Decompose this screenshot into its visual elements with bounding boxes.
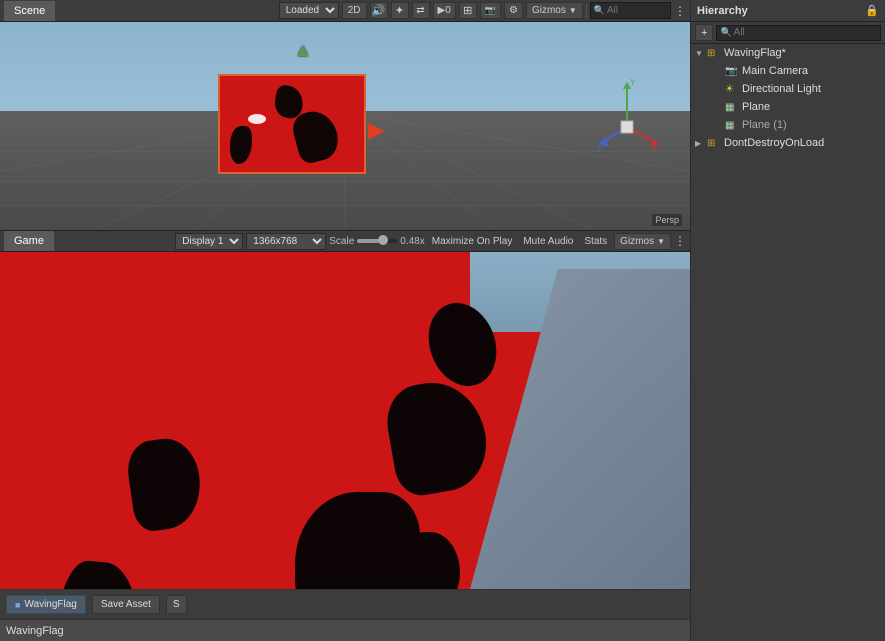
scene-icon-waving: ⊞ [707,48,721,59]
camera-icon: 📷 [485,5,496,16]
revert-btn[interactable]: S [166,595,187,614]
scene-persp-label: Persp [652,214,682,226]
tree-label-directional-light: Directional Light [742,83,821,95]
gizmos-dropdown[interactable]: Gizmos ▼ [526,2,583,19]
hierarchy-search-icon: 🔍 [720,27,731,38]
scene-play-btn[interactable]: ▶0 [433,2,456,19]
tree-label-main-camera: Main Camera [742,65,808,77]
scene-viewport: ▲ ▶ [0,22,690,230]
tree-expand-arrow-camera: ▶ [713,67,725,76]
hierarchy-lock-btn[interactable]: 🔒 [865,4,879,17]
scene-more-btn[interactable]: 📷 [480,2,501,19]
display-dropdown[interactable]: Display 1 [175,233,243,250]
selected-flag-object[interactable] [218,74,366,174]
audio-icon-btn[interactable]: 🔊 [370,2,388,19]
tree-item-dont-destroy[interactable]: ▶ ⊞ DontDestroyOnLoad [691,134,885,152]
gizmos-chevron: ▼ [569,6,577,15]
scene-search[interactable] [607,5,667,16]
bottom-waving-flag-text: WavingFlag [6,625,64,637]
svg-text:X: X [652,145,658,152]
settings-btn[interactable]: ⚙ [504,2,523,19]
save-asset-btn[interactable]: Save Asset [92,595,160,614]
scene-panel: Scene Loaded 2D 🔊 ✦ ⇄ ▶0 ⊞ 📷 ⚙ Gizm [0,0,690,230]
fx-btn[interactable]: ✦ [391,2,409,19]
hierarchy-add-btn[interactable]: + [695,24,713,41]
tree-item-waving-flag[interactable]: ▼ ⊞ WavingFlag* [691,44,885,62]
loaded-dropdown[interactable]: Loaded [279,2,339,19]
tree-expand-arrow-waving: ▼ [695,49,707,58]
svg-text:Z: Z [597,145,602,152]
scene-menu-btn[interactable]: ⋮ [674,4,686,18]
tree-expand-arrow-plane1: ▶ [713,121,725,130]
hierarchy-toolbar: + 🔍 [691,22,885,44]
game-tab[interactable]: Game [4,231,54,251]
mesh-icon-plane: ▦ [725,102,739,113]
tree-expand-arrow-dontdestroy: ▶ [695,139,707,148]
tree-label-plane-1: Plane (1) [742,119,787,131]
tree-label-waving-flag: WavingFlag* [724,47,786,59]
mesh-icon-plane1: ▦ [725,120,739,131]
scene-icon-dontdestroy: ⊞ [707,138,721,149]
2d-button[interactable]: 2D [342,2,367,19]
scale-label: Scale [329,236,354,247]
flag-arrow-right: ▶ [368,117,385,143]
hierarchy-panel: Hierarchy 🔒 + 🔍 ▼ ⊞ WavingFlag* ▶ 📷 M [690,0,885,641]
game-viewport [0,252,690,589]
hierarchy-header: Hierarchy 🔒 [691,0,885,22]
game-gizmos-chevron: ▼ [657,237,665,246]
stats-btn[interactable]: Stats [580,235,611,248]
maximize-on-play-btn[interactable]: Maximize On Play [428,235,517,248]
waving-flag-asset-btn[interactable]: ■ WavingFlag [6,595,86,614]
camera-icon-tree: 📷 [725,66,739,77]
waving-flag-label-bar: WavingFlag [0,619,690,641]
asset-icon: ■ [15,600,20,610]
scale-slider-track [357,239,397,243]
game-toolbar: Game Display 1 1366x768 Scale 0.48x Maxi… [0,230,690,252]
bottom-status-area: ■ WavingFlag Save Asset S WavingFlag [0,589,690,641]
hierarchy-tree: ▼ ⊞ WavingFlag* ▶ 📷 Main Camera ▶ ☀ Dire… [691,44,885,641]
tree-item-plane-1[interactable]: ▶ ▦ Plane (1) [691,116,885,134]
scene-tool1[interactable]: ⇄ [412,2,430,19]
tree-expand-arrow-light: ▶ [713,85,725,94]
tree-label-plane: Plane [742,101,770,113]
scene-object-tree: ▲ [294,40,312,61]
hierarchy-title: Hierarchy [697,5,748,17]
scene-tab[interactable]: Scene [4,1,55,21]
resolution-dropdown[interactable]: 1366x768 [246,233,326,250]
tree-label-dont-destroy: DontDestroyOnLoad [724,137,824,149]
game-gizmos-btn[interactable]: Gizmos ▼ [614,233,671,250]
tree-item-directional-light[interactable]: ▶ ☀ Directional Light [691,80,885,98]
scale-slider-thumb[interactable] [378,235,388,245]
scale-value: 0.48x [400,236,424,247]
search-icon: 🔍 [594,5,605,16]
tree-expand-arrow-plane: ▶ [713,103,725,112]
scene-grid-btn[interactable]: ⊞ [459,2,477,19]
tree-item-plane[interactable]: ▶ ▦ Plane [691,98,885,116]
mute-audio-btn[interactable]: Mute Audio [519,235,577,248]
scene-toolbar: Scene Loaded 2D 🔊 ✦ ⇄ ▶0 ⊞ 📷 ⚙ Gizm [0,0,690,22]
bottom-panel-row: ■ WavingFlag Save Asset S [0,590,690,619]
light-icon-tree: ☀ [725,84,739,95]
tree-item-main-camera[interactable]: ▶ 📷 Main Camera [691,62,885,80]
game-menu-btn[interactable]: ⋮ [674,234,686,248]
transform-gizmo[interactable]: Y X Z [595,77,660,152]
svg-text:Y: Y [630,78,636,87]
hierarchy-search[interactable] [734,27,877,38]
